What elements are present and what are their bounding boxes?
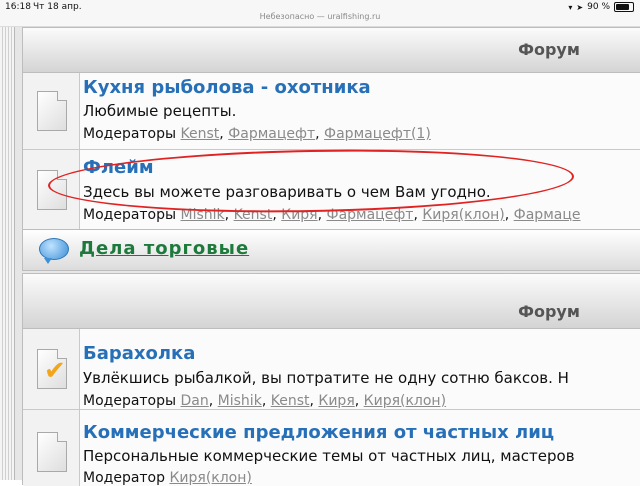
status-bar: 16:18 Чт 18 апр. Небезопасно — uralfishi… [0, 0, 640, 27]
forum-title-link[interactable]: Барахолка [83, 343, 195, 364]
wifi-icon: ▾ [568, 2, 573, 12]
forum-row-commercial: Коммерческие предложения от частных лиц … [23, 410, 640, 486]
forum-title-link[interactable]: Флейм [83, 157, 154, 178]
moderator-link[interactable]: Kenst [181, 126, 220, 142]
section-header: Форум [23, 28, 640, 73]
moderator-link[interactable]: Киря(клон) [364, 393, 446, 409]
forum-section-1: Форум Кухня рыболова - охотника Любимые … [22, 27, 640, 230]
checkmark-icon: ✔ [44, 356, 66, 386]
document-icon [37, 432, 67, 472]
moderator-link[interactable]: Фармацефт [228, 126, 315, 142]
forum-icon-cell: ✔ [23, 329, 80, 409]
moderator-link[interactable]: Киря(клон) [422, 207, 504, 223]
column-title-forum: Форум [518, 40, 580, 59]
moderator-link[interactable]: Киря [281, 207, 317, 223]
document-icon [37, 91, 67, 131]
forum-row-flea-market: ✔ Барахолка Увлёкшись рыбалкой, вы потра… [23, 329, 640, 410]
forum-description: Любимые рецепты. [83, 102, 237, 120]
forum-icon-cell [23, 410, 80, 486]
moderator-link[interactable]: Фармацефт [327, 207, 414, 223]
moderator-link[interactable]: Kenst [271, 393, 310, 409]
forum-moderators: Модераторы Mishik, Kenst, Киря, Фармацеф… [83, 207, 581, 223]
battery-icon [614, 2, 634, 12]
moderator-link[interactable]: Kenst [234, 207, 273, 223]
status-date: Чт 18 апр. [33, 2, 82, 12]
forum-row-flame: Флейм Здесь вы можете разговаривать о че… [23, 150, 640, 230]
checked-document-icon: ✔ [37, 349, 67, 389]
moderator-link[interactable]: Киря [318, 393, 354, 409]
forum-title-link[interactable]: Кухня рыболова - охотника [83, 77, 371, 98]
forum-section-2: Форум ✔ Барахолка Увлёкшись рыбалкой, вы… [22, 273, 640, 486]
category-header: Дела торговые [22, 229, 640, 271]
moderator-link[interactable]: Фармаце [514, 207, 581, 223]
document-icon [37, 170, 67, 210]
status-time: 16:18 [5, 2, 31, 12]
moderators-label: Модераторы [83, 126, 177, 142]
forum-title-link[interactable]: Коммерческие предложения от частных лиц [83, 422, 554, 443]
category-title-link[interactable]: Дела торговые [79, 238, 249, 259]
status-icons: ▾ ➤ 90 % [568, 2, 634, 12]
location-icon: ➤ [576, 2, 584, 12]
moderators-label: Модераторы [83, 207, 177, 223]
moderator-link[interactable]: Фармацефт(1) [324, 126, 431, 142]
forum-description: Здесь вы можете разговаривать о чем Вам … [83, 183, 491, 201]
forum-icon-cell [23, 73, 80, 149]
moderators-label: Модераторы [83, 393, 177, 409]
battery-percent: 90 % [587, 2, 610, 12]
left-border [0, 27, 15, 480]
forum-moderators: Модераторы Dan, Mishik, Kenst, Киря, Кир… [83, 393, 447, 409]
address-bar[interactable]: Небезопасно — uralfishing.ru [0, 12, 640, 21]
forum-description: Увлёкшись рыбалкой, вы потратите не одну… [83, 369, 569, 387]
section-header: Форум [23, 274, 640, 329]
forum-description: Персональные коммерческие темы от частны… [83, 447, 575, 465]
moderator-link[interactable]: Киря(клон) [169, 470, 251, 486]
speech-bubble-icon [39, 238, 69, 264]
battery-level [616, 4, 629, 10]
forum-row-kitchen: Кухня рыболова - охотника Любимые рецепт… [23, 73, 640, 150]
moderator-link[interactable]: Mishik [218, 393, 262, 409]
forum-moderators: Модераторы Kenst, Фармацефт, Фармацефт(1… [83, 126, 431, 142]
moderator-link[interactable]: Mishik [181, 207, 225, 223]
moderator-link[interactable]: Dan [181, 393, 209, 409]
forum-icon-cell [23, 150, 80, 230]
column-title-forum: Форум [518, 302, 580, 321]
forum-moderators: Модератор Киря(клон) [83, 470, 252, 486]
moderators-label: Модератор [83, 470, 166, 486]
